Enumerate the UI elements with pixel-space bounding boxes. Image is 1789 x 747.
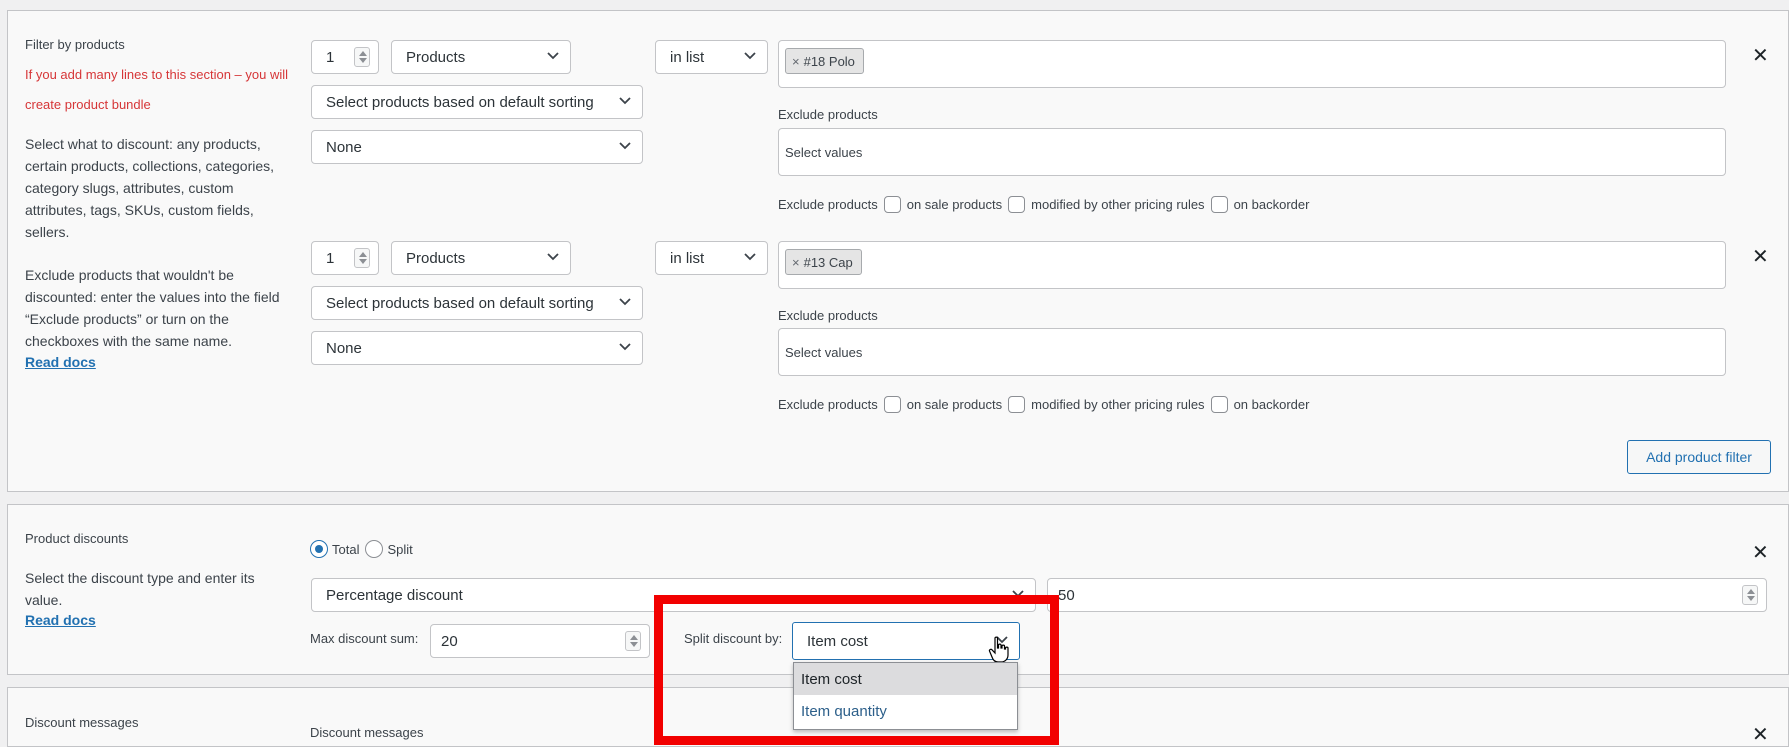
quantity-input[interactable]: 1 [311, 241, 379, 275]
exclude-products-label: Exclude products [778, 308, 878, 323]
exclude-products-input[interactable]: Select values [778, 128, 1726, 176]
option-item-quantity[interactable]: Item quantity [794, 695, 1017, 727]
chevron-down-icon [619, 298, 631, 306]
quantity-value: 1 [326, 249, 335, 267]
products-tag-input[interactable]: × #18 Polo [778, 40, 1726, 88]
remove-row-icon[interactable]: ✕ [1752, 43, 1769, 68]
chevron-down-icon [619, 97, 631, 105]
split-discount-select[interactable]: Item cost [792, 622, 1020, 660]
remove-messages-icon[interactable]: ✕ [1752, 722, 1769, 747]
exclude-checkboxes: Exclude products on sale products modifi… [778, 396, 1310, 413]
quantity-input[interactable]: 1 [311, 40, 379, 74]
remove-tag-icon[interactable]: × [792, 255, 800, 270]
remove-tag-icon[interactable]: × [792, 54, 800, 69]
max-discount-label: Max discount sum: [310, 631, 419, 646]
products-tag-input[interactable]: × #13 Cap [778, 241, 1726, 289]
hand-cursor-icon [988, 636, 1009, 663]
product-tag: × #13 Cap [785, 249, 862, 275]
total-radio[interactable] [310, 540, 328, 558]
product-type-select[interactable]: Products [391, 241, 571, 275]
exclude-products-label: Exclude products [778, 107, 878, 122]
on-sale-checkbox[interactable] [883, 396, 901, 413]
on-sale-checkbox[interactable] [883, 196, 901, 213]
backorder-checkbox[interactable] [1210, 396, 1228, 413]
backorder-checkbox[interactable] [1210, 196, 1228, 213]
bundle-warning: If you add many lines to this section – … [25, 67, 289, 112]
product-tag: × #18 Polo [785, 48, 864, 74]
read-docs-link[interactable]: Read docs [25, 612, 96, 628]
split-discount-dropdown: Item cost Item quantity [793, 662, 1018, 730]
extra-select[interactable]: None [311, 331, 643, 365]
discount-value-spinner[interactable] [1742, 585, 1758, 605]
split-discount-label: Split discount by: [684, 631, 783, 646]
discounts-description: Select the discount type and enter its v… [25, 570, 255, 608]
chevron-down-icon [744, 253, 756, 261]
exclude-products-input[interactable]: Select values [778, 328, 1726, 376]
modified-checkbox[interactable] [1008, 196, 1026, 213]
messages-title: Discount messages [25, 715, 139, 730]
quantity-spinner[interactable] [354, 248, 370, 268]
sorting-select[interactable]: Select products based on default sorting [311, 85, 643, 119]
remove-row-icon[interactable]: ✕ [1752, 244, 1769, 269]
sorting-select[interactable]: Select products based on default sorting [311, 286, 643, 320]
filter-title: Filter by products [25, 37, 125, 52]
chevron-down-icon [619, 142, 631, 150]
chevron-down-icon [547, 52, 559, 60]
modified-checkbox[interactable] [1008, 396, 1026, 413]
quantity-spinner[interactable] [354, 47, 370, 67]
remove-discount-icon[interactable]: ✕ [1752, 540, 1769, 565]
chevron-down-icon [744, 52, 756, 60]
chevron-down-icon [619, 343, 631, 351]
max-discount-input[interactable]: 20 [430, 624, 650, 658]
discount-mode-radios: Total Split [310, 540, 413, 558]
condition-select[interactable]: in list [655, 241, 768, 275]
chevron-down-icon [547, 253, 559, 261]
discount-value-input[interactable]: 50 [1047, 578, 1767, 612]
messages-subtitle: Discount messages [310, 725, 424, 740]
add-product-filter-button[interactable]: Add product filter [1627, 440, 1771, 474]
extra-select[interactable]: None [311, 130, 643, 164]
quantity-value: 1 [326, 48, 335, 66]
condition-select[interactable]: in list [655, 40, 768, 74]
exclude-description: Exclude products that wouldn't be discou… [25, 267, 280, 349]
exclude-checkboxes: Exclude products on sale products modifi… [778, 196, 1310, 213]
option-item-cost[interactable]: Item cost [794, 663, 1017, 695]
product-type-select[interactable]: Products [391, 40, 571, 74]
discounts-title: Product discounts [25, 531, 129, 546]
read-docs-link[interactable]: Read docs [25, 354, 96, 370]
split-radio[interactable] [365, 540, 384, 558]
max-discount-spinner[interactable] [625, 631, 641, 651]
filter-description: Select what to discount: any products, c… [25, 136, 275, 240]
